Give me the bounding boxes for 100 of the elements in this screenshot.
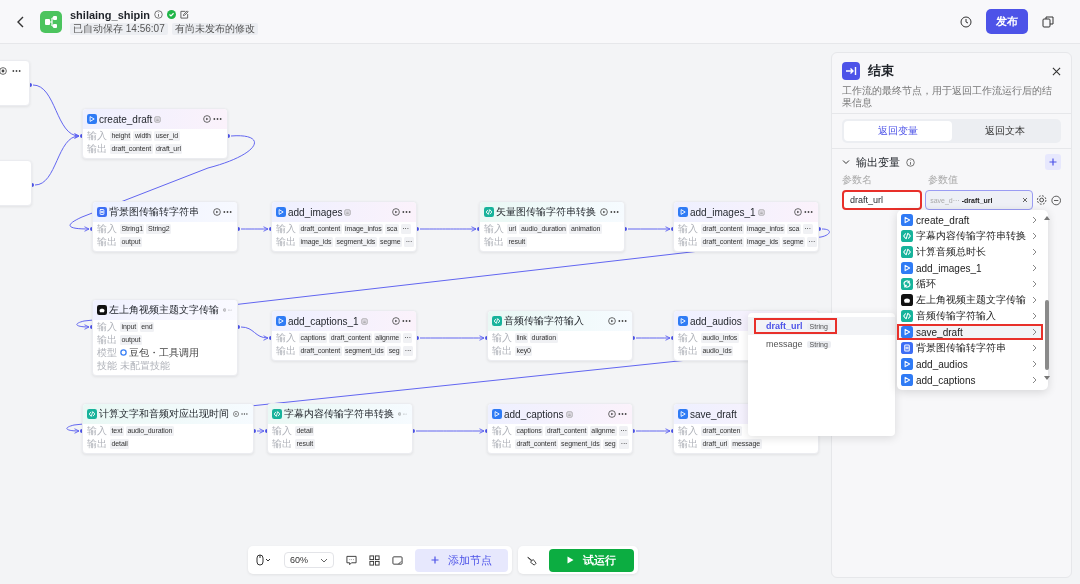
triangle-icon xyxy=(678,207,688,217)
document-icon xyxy=(901,342,913,354)
section-title: 输出变量 xyxy=(856,154,900,170)
row-label: 输入 xyxy=(276,331,296,344)
row-label: 输出 xyxy=(87,142,107,155)
node-title: 计算文字和音频对应出现时间 xyxy=(99,407,229,421)
document-icon xyxy=(154,115,162,123)
layout-icon[interactable] xyxy=(369,554,380,566)
variable-name: message xyxy=(766,339,803,349)
node-option[interactable]: 左上角视频主题文字传输 xyxy=(897,292,1043,308)
row-label: 输入 xyxy=(272,424,292,437)
row-label: 输入 xyxy=(97,320,117,333)
triangle-icon xyxy=(901,262,913,274)
node-title: add_captions xyxy=(504,408,564,420)
node-title: 矢量图传输字符串转换 xyxy=(496,205,596,219)
node-option[interactable]: 背景图传输转字符串 xyxy=(897,340,1043,356)
row-label: 输出 xyxy=(276,344,296,357)
row-label: 输入 xyxy=(97,222,117,235)
close-icon[interactable] xyxy=(1052,66,1061,76)
node-option[interactable]: save_draft xyxy=(897,324,1043,340)
row-label: 输入 xyxy=(87,424,107,437)
triangle-icon xyxy=(901,358,913,370)
node-option[interactable]: add_audios xyxy=(897,356,1043,372)
node-title: add_images_1 xyxy=(690,206,756,218)
row-label: 输入 xyxy=(492,424,512,437)
edit-icon[interactable] xyxy=(180,10,190,19)
zoom-select[interactable]: 60% xyxy=(284,552,334,568)
code-icon xyxy=(484,207,494,217)
triangle-icon xyxy=(492,409,502,419)
workflow-title: shilaing_shipin xyxy=(70,8,151,21)
add-node-button[interactable]: 添加节点 xyxy=(415,548,508,572)
node-option[interactable]: create_draft xyxy=(897,212,1043,228)
info-icon[interactable] xyxy=(154,10,164,19)
clear-icon[interactable] xyxy=(1022,197,1029,203)
triangle-icon xyxy=(678,316,688,326)
minimap-icon[interactable] xyxy=(392,554,403,566)
tab[interactable]: 返回文本 xyxy=(951,121,1059,141)
row-label: 输入 xyxy=(276,222,296,235)
tab[interactable]: 返回变量 xyxy=(844,121,952,141)
triangle-icon xyxy=(87,114,97,124)
row-label: 输出 xyxy=(272,437,292,450)
wrench-icon[interactable] xyxy=(526,554,537,566)
document-icon xyxy=(757,208,765,216)
row-label: 输入 xyxy=(678,424,698,437)
row-label: 输出 xyxy=(484,235,504,248)
name-input[interactable]: draft_url xyxy=(842,190,923,210)
node-option[interactable]: add_images_1 xyxy=(897,260,1043,276)
comment-icon[interactable] xyxy=(346,554,357,566)
model-name: 豆包・工具调用 xyxy=(129,345,199,360)
row-label: 输入 xyxy=(484,222,504,235)
history-icon[interactable] xyxy=(960,15,972,28)
node-option[interactable]: add_captions xyxy=(897,372,1043,388)
code-icon xyxy=(87,409,97,419)
bot-icon xyxy=(901,294,913,306)
plus-icon xyxy=(1049,158,1057,166)
caret-icon xyxy=(320,557,328,563)
row-label: 输出 xyxy=(492,344,512,357)
publish-button[interactable]: 发布 xyxy=(986,9,1028,34)
loop-icon xyxy=(901,278,913,290)
node-title: add_images xyxy=(288,206,343,218)
code-icon xyxy=(901,230,913,242)
row-label: 模型 xyxy=(97,346,117,359)
app-icon xyxy=(40,10,62,33)
chevron-icon[interactable] xyxy=(842,158,850,166)
row-label: 技能 xyxy=(97,359,117,372)
node-option[interactable]: 循环 xyxy=(897,276,1043,292)
status-badge: 已自动保存 14:56:07 xyxy=(70,22,168,35)
document-icon xyxy=(97,207,107,217)
settings-icon[interactable] xyxy=(1036,194,1048,206)
remove-icon[interactable] xyxy=(1050,194,1061,206)
node-title: 背景图传输转字符串 xyxy=(109,205,199,219)
row-label: 输入 xyxy=(678,222,698,235)
triangle-icon xyxy=(901,214,913,226)
node-title: 左上角视频主题文字传输 xyxy=(109,303,219,317)
row-label: 输出 xyxy=(492,437,512,450)
row-label: 输出 xyxy=(97,235,117,248)
code-icon xyxy=(272,409,282,419)
triangle-icon xyxy=(276,207,286,217)
info-icon[interactable] xyxy=(906,157,915,167)
node-option[interactable]: 计算音频总时长 xyxy=(897,244,1043,260)
row-label: 输出 xyxy=(97,333,117,346)
node-title: create_draft xyxy=(99,113,153,125)
row-label: 输出 xyxy=(678,235,698,248)
node-title: add_audios xyxy=(690,315,742,327)
document-icon xyxy=(344,208,352,216)
triangle-icon xyxy=(901,374,913,386)
row-label: 输出 xyxy=(678,344,698,357)
mouse-icon[interactable] xyxy=(256,554,272,566)
row-label: 输入 xyxy=(492,331,512,344)
back-icon[interactable] xyxy=(16,15,26,28)
column-label: 参数值 xyxy=(928,173,959,187)
document-icon xyxy=(565,410,573,418)
row-label: 输出 xyxy=(87,437,107,450)
node-option[interactable]: 字幕内容传输字符串转换 xyxy=(897,228,1043,244)
node-option[interactable]: 音频传输字符输入 xyxy=(897,308,1043,324)
exit-icon xyxy=(842,62,860,80)
check-icon xyxy=(167,10,177,19)
node-title: add_captions_1 xyxy=(288,315,359,327)
copy-icon[interactable] xyxy=(1042,15,1054,28)
node-title: 音频传输字符输入 xyxy=(504,314,584,328)
